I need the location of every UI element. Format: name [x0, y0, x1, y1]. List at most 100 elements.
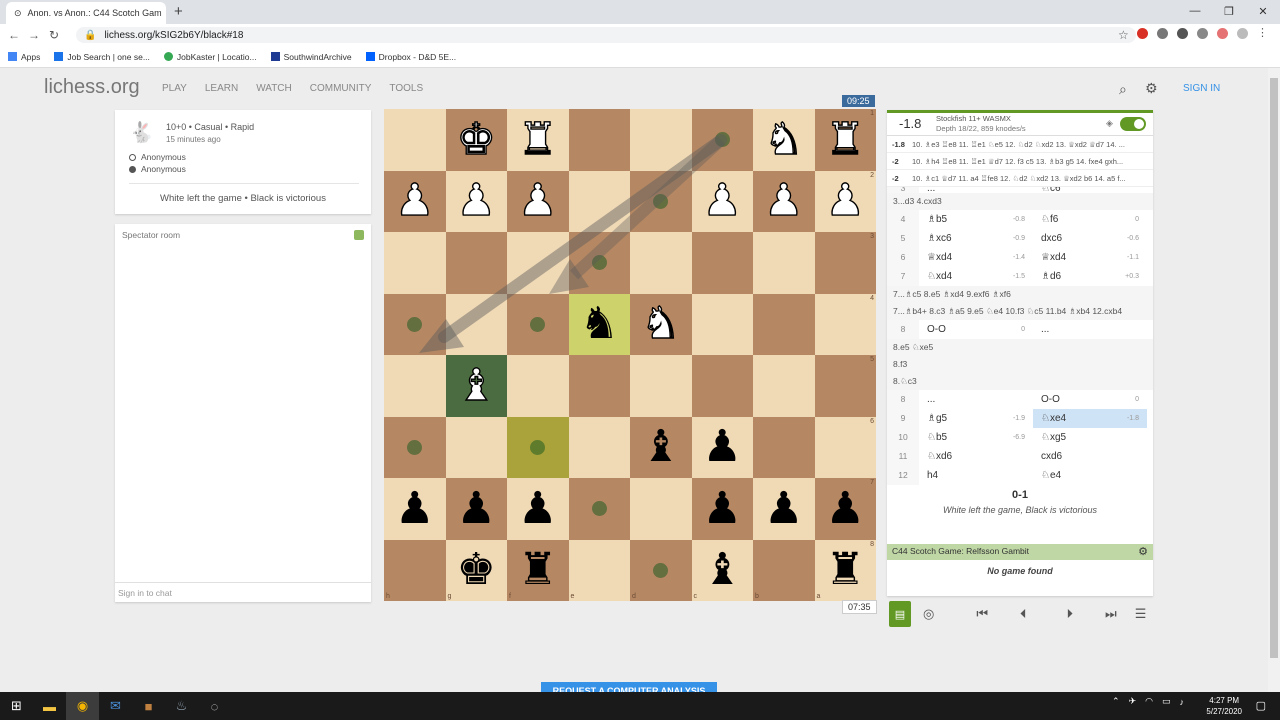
board-square[interactable]: ♞ — [630, 293, 692, 355]
board-square[interactable]: h — [384, 539, 446, 601]
bookmark-apps[interactable]: Apps — [8, 52, 40, 62]
black-rook-icon[interactable]: ♜ — [826, 548, 865, 592]
move-white[interactable]: h4 — [919, 466, 1033, 485]
bookmark-item[interactable]: JobKaster | Locatio... — [163, 52, 257, 62]
board-square[interactable]: e — [568, 539, 630, 601]
black-pawn-icon[interactable]: ♟ — [703, 486, 742, 531]
board-square[interactable] — [507, 416, 569, 478]
battery-icon[interactable]: ▭ — [1162, 696, 1171, 707]
board-square[interactable]: ♟ — [753, 170, 815, 232]
move-hint-dot[interactable] — [653, 562, 669, 578]
variation-line[interactable]: 8.♘c3 — [887, 373, 1153, 390]
white-pawn-icon[interactable]: ♟ — [763, 178, 804, 223]
board-square[interactable]: ♜ — [507, 109, 569, 171]
url-field[interactable]: 🔒 lichess.org/kSIG2b6Y/black#18 — [76, 27, 1136, 43]
extension-icon[interactable] — [1157, 28, 1168, 39]
move-hint-dot[interactable] — [591, 501, 607, 517]
black-pawn-icon[interactable]: ♟ — [764, 486, 803, 531]
board-square[interactable] — [630, 232, 692, 294]
extension-icon[interactable] — [1197, 28, 1208, 39]
scrollbar-thumb[interactable] — [1270, 78, 1278, 658]
move-black[interactable]: ♗d6 +0.3 — [1033, 267, 1147, 286]
move-white[interactable]: ♗xc6 -0.9 — [919, 229, 1033, 248]
black-rook-icon[interactable]: ♜ — [518, 548, 557, 592]
board-square[interactable]: ♝ c — [691, 539, 753, 601]
board-square[interactable] — [384, 416, 446, 478]
white-pawn-icon[interactable]: ♟ — [825, 178, 866, 223]
nav-watch[interactable]: WATCH — [256, 83, 292, 94]
board-square[interactable] — [507, 293, 569, 355]
gear-icon[interactable]: ⚙ — [1138, 545, 1148, 558]
board-square[interactable] — [691, 293, 753, 355]
move-hint-dot[interactable] — [407, 439, 423, 455]
extension-icon[interactable] — [1217, 28, 1228, 39]
obs-icon[interactable]: ◌ — [198, 692, 231, 720]
back-button[interactable]: ← — [4, 28, 24, 42]
white-pawn-icon[interactable]: ♟ — [517, 178, 558, 223]
chevron-up-icon[interactable]: ⌃ — [1112, 696, 1120, 707]
board-square[interactable] — [630, 109, 692, 171]
board-square[interactable]: ♟ 7 — [814, 478, 876, 540]
menu-icon[interactable]: ☰ — [1135, 606, 1147, 622]
move-hint-dot[interactable] — [407, 316, 423, 332]
board-square[interactable]: ♞ — [753, 109, 815, 171]
move-white[interactable]: ♗g5 -1.9 — [919, 409, 1033, 428]
board-square[interactable]: ♟ — [384, 170, 446, 232]
notification-icon[interactable]: ▢ — [1256, 699, 1266, 712]
minimize-button[interactable]: — — [1178, 0, 1212, 22]
move-black[interactable]: ♘xe4 -1.8 — [1033, 409, 1147, 428]
black-player[interactable]: Anonymous — [129, 164, 186, 174]
board-square[interactable] — [630, 355, 692, 417]
chat-input[interactable]: Sign in to chat — [115, 582, 371, 602]
board-square[interactable] — [691, 355, 753, 417]
engine-toggle[interactable] — [1120, 117, 1146, 131]
black-knight-icon[interactable]: ♞ — [580, 302, 619, 346]
board-square[interactable] — [445, 293, 507, 355]
board-square[interactable] — [753, 416, 815, 478]
board-square[interactable] — [445, 232, 507, 294]
board-square[interactable] — [384, 355, 446, 417]
board-square[interactable] — [691, 232, 753, 294]
board-square[interactable]: ♟ — [691, 478, 753, 540]
black-bishop-icon[interactable]: ♝ — [641, 425, 680, 469]
move-white[interactable]: ♕xd4 -1.4 — [919, 248, 1033, 267]
board-square[interactable]: ♟ — [507, 170, 569, 232]
board-square[interactable]: ♟ — [507, 478, 569, 540]
bookmark-star-icon[interactable]: ☆ — [1118, 28, 1129, 42]
engine-line[interactable]: -2 10. ♗h4 ♖e8 11. ♖e1 ♕d7 12. f3 c5 13. … — [887, 153, 1153, 170]
board-square[interactable]: ♟ — [753, 478, 815, 540]
board-square[interactable]: ♚ — [445, 109, 507, 171]
engine-line[interactable]: -2 10. ♗c1 ♕d7 11. a4 ♖fe8 12. ♘d2 ♘xd2 1… — [887, 170, 1153, 187]
opening-name[interactable]: C44 Scotch Game: Relfsson Gambit ⚙ — [887, 544, 1153, 560]
board-square[interactable]: ♜ 1 — [814, 109, 876, 171]
black-pawn-icon[interactable]: ♟ — [826, 486, 865, 531]
move-hint-dot[interactable] — [653, 193, 669, 209]
board-square[interactable] — [384, 293, 446, 355]
page-scrollbar[interactable] — [1268, 68, 1280, 692]
board-square[interactable]: ♝ — [630, 416, 692, 478]
move-black[interactable]: ♘c6 — [1033, 187, 1147, 193]
variation-line[interactable]: 8.f3 — [887, 356, 1153, 373]
white-rook-icon[interactable]: ♜ — [517, 117, 558, 162]
board-square[interactable] — [568, 109, 630, 171]
forward-button[interactable]: → — [24, 28, 44, 42]
board-square[interactable]: ♟ — [445, 478, 507, 540]
move-hint-dot[interactable] — [714, 132, 730, 148]
board-square[interactable]: d — [630, 539, 692, 601]
black-king-icon[interactable]: ♚ — [457, 548, 496, 592]
board-square[interactable]: ♟ — [384, 478, 446, 540]
target-icon[interactable]: ◈ — [1106, 118, 1113, 129]
board-square[interactable] — [568, 478, 630, 540]
system-clock[interactable]: 4:27 PM 5/27/2020 — [1206, 695, 1242, 717]
move-black[interactable]: cxd6 — [1033, 447, 1147, 466]
board-square[interactable] — [568, 232, 630, 294]
bookmark-item[interactable]: Job Search | one se... — [54, 52, 150, 62]
outlook-icon[interactable]: ✉ — [99, 692, 132, 720]
white-pawn-icon[interactable]: ♟ — [702, 178, 743, 223]
chrome-icon[interactable]: ◉ — [66, 692, 99, 720]
gear-icon[interactable]: ⚙ — [1145, 80, 1158, 97]
board-square[interactable]: ♜ 8 a — [814, 539, 876, 601]
variation-line[interactable]: 3...d3 4.cxd3 — [887, 193, 1153, 210]
move-hint-dot[interactable] — [530, 439, 546, 455]
extension-icon[interactable] — [1177, 28, 1188, 39]
